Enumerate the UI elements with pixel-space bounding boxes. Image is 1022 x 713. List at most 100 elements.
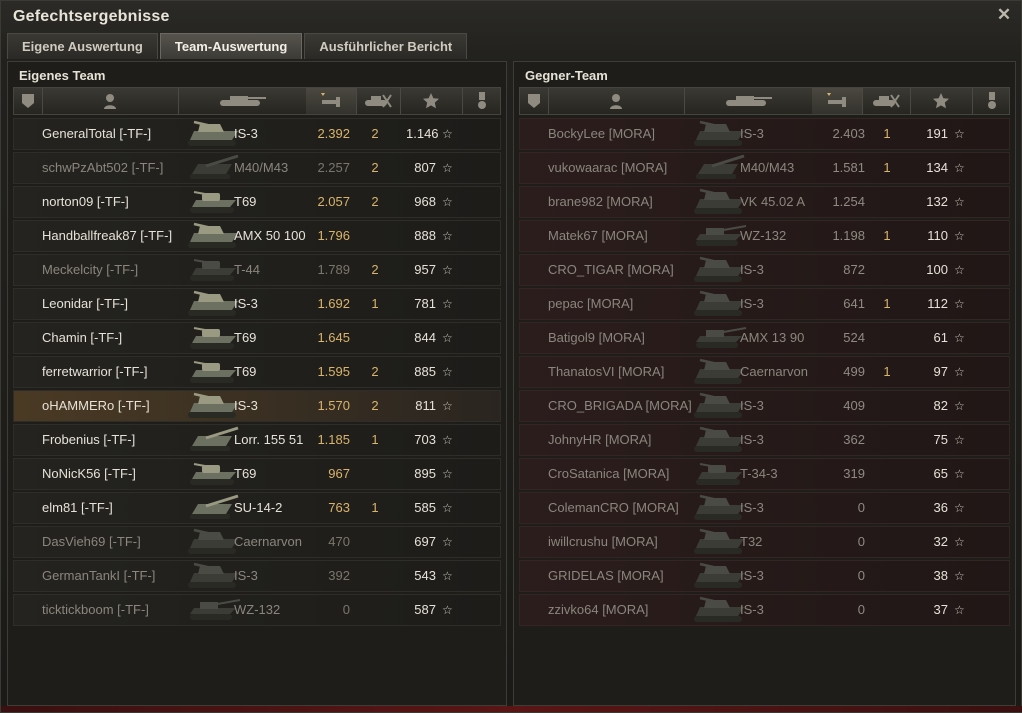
table-row[interactable]: iwillcrushu [MORA] T32 0 32 ☆ xyxy=(519,526,1010,558)
player-name: Frobenius [-TF-] xyxy=(42,432,136,447)
damage-value: 0 xyxy=(857,568,865,583)
table-row[interactable]: ticktickboom [-TF-] WZ-132 0 587 ☆ xyxy=(13,594,501,626)
table-row[interactable]: Meckelcity [-TF-] T-44 1.789 2 957 ☆ xyxy=(13,254,501,286)
table-row[interactable]: DasVieh69 [-TF-] Caernarvon 470 697 ☆ xyxy=(13,526,501,558)
kills-value xyxy=(370,595,380,625)
xp-value: 38 xyxy=(933,568,948,583)
xp-star-icon[interactable] xyxy=(910,88,973,114)
enemy-team-panel: Gegner-Team BockyLee [MORA] IS-3 2.403 1… xyxy=(513,61,1016,706)
player-name: ThanatosVI [MORA] xyxy=(548,364,665,379)
table-row[interactable]: Matek67 [MORA] WZ-132 1.198 1 110 ☆ xyxy=(519,220,1010,252)
table-row[interactable]: BockyLee [MORA] IS-3 2.403 1 191 ☆ xyxy=(519,118,1010,150)
player-name: CRO_TIGAR [MORA] xyxy=(548,262,674,277)
xp-value: 957 xyxy=(414,262,436,277)
table-row[interactable]: schwPzAbt502 [-TF-] M40/M43 2.257 2 807 ☆ xyxy=(13,152,501,184)
kills-icon[interactable] xyxy=(356,88,401,114)
kills-icon[interactable] xyxy=(862,88,911,114)
xp-value: 807 xyxy=(414,160,436,175)
table-row[interactable]: ferretwarrior [-TF-] T69 1.595 2 885 ☆ xyxy=(13,356,501,388)
star-icon: ☆ xyxy=(954,433,965,447)
tank-icon[interactable] xyxy=(178,88,307,114)
table-row[interactable]: norton09 [-TF-] T69 2.057 2 968 ☆ xyxy=(13,186,501,218)
tank-name: IS-3 xyxy=(234,568,258,583)
tank-name: IS-3 xyxy=(740,398,764,413)
table-row[interactable]: pepac [MORA] IS-3 641 1 112 ☆ xyxy=(519,288,1010,320)
tank-icon[interactable] xyxy=(684,88,813,114)
star-icon: ☆ xyxy=(442,263,453,277)
table-row[interactable]: ColemanCRO [MORA] IS-3 0 36 ☆ xyxy=(519,492,1010,524)
tank-name: Caernarvon xyxy=(234,534,302,549)
table-row[interactable]: oHAMMERo [-TF-] IS-3 1.570 2 811 ☆ xyxy=(13,390,501,422)
damage-value: 641 xyxy=(843,296,865,311)
xp-value: 703 xyxy=(414,432,436,447)
tank-name: AMX 50 100 xyxy=(234,228,306,243)
tank-name: VK 45.02 A xyxy=(740,194,806,209)
player-name: CRO_BRIGADA [MORA] xyxy=(548,398,692,413)
tank-name: T69 xyxy=(234,466,257,481)
table-row[interactable]: NoNicK56 [-TF-] T69 967 895 ☆ xyxy=(13,458,501,490)
star-icon: ☆ xyxy=(442,331,453,345)
squad-icon[interactable] xyxy=(14,88,43,114)
damage-value: 362 xyxy=(843,432,865,447)
damage-value: 2.392 xyxy=(317,126,350,141)
player-icon[interactable] xyxy=(42,88,179,114)
table-row[interactable]: zzivko64 [MORA] IS-3 0 37 ☆ xyxy=(519,594,1010,626)
table-row[interactable]: Handballfreak87 [-TF-] AMX 50 100 1.796 888… xyxy=(13,220,501,252)
tank-name: SU-14-2 xyxy=(234,500,283,515)
table-row[interactable]: CroSatanica [MORA] T-34-3 319 65 ☆ xyxy=(519,458,1010,490)
table-row[interactable]: CRO_TIGAR [MORA] IS-3 872 100 ☆ xyxy=(519,254,1010,286)
tank-name: IS-3 xyxy=(234,296,258,311)
medal-icon[interactable] xyxy=(462,88,502,114)
close-icon[interactable]: ✕ xyxy=(995,6,1013,24)
damage-value: 763 xyxy=(328,500,350,515)
table-row[interactable]: JohnyHR [MORA] IS-3 362 75 ☆ xyxy=(519,424,1010,456)
damage-value: 872 xyxy=(843,262,865,277)
table-row[interactable]: elm81 [-TF-] SU-14-2 763 1 585 ☆ xyxy=(13,492,501,524)
damage-value: 1.645 xyxy=(317,330,350,345)
tab-detailed-report[interactable]: Ausführlicher Bericht xyxy=(304,33,468,59)
table-row[interactable]: CRO_BRIGADA [MORA] IS-3 409 82 ☆ xyxy=(519,390,1010,422)
medal-icon[interactable] xyxy=(972,88,1012,114)
damage-icon[interactable] xyxy=(812,88,863,114)
table-row[interactable]: Leonidar [-TF-] IS-3 1.692 1 781 ☆ xyxy=(13,288,501,320)
player-icon[interactable] xyxy=(548,88,685,114)
player-name: Chamin [-TF-] xyxy=(42,330,123,345)
xp-value: 61 xyxy=(933,330,948,345)
player-name: GRIDELAS [MORA] xyxy=(548,568,664,583)
table-row[interactable]: vukowaarac [MORA] M40/M43 1.581 1 134 ☆ xyxy=(519,152,1010,184)
kills-value: 2 xyxy=(371,364,379,379)
table-row[interactable]: Frobenius [-TF-] Lorr. 155 51 1.185 1 703 ☆ xyxy=(13,424,501,456)
table-row[interactable]: Chamin [-TF-] T69 1.645 844 ☆ xyxy=(13,322,501,354)
damage-value: 1.692 xyxy=(317,296,350,311)
star-icon: ☆ xyxy=(954,229,965,243)
tab-own-evaluation[interactable]: Eigene Auswertung xyxy=(7,33,158,59)
xp-star-icon[interactable] xyxy=(400,88,463,114)
xp-value: 191 xyxy=(926,126,948,141)
tank-name: WZ-132 xyxy=(740,228,787,243)
table-row[interactable]: Batigol9 [MORA] AMX 13 90 524 61 ☆ xyxy=(519,322,1010,354)
table-row[interactable]: GermanTankI [-TF-] IS-3 392 543 ☆ xyxy=(13,560,501,592)
player-name: BockyLee [MORA] xyxy=(548,126,655,141)
damage-value: 524 xyxy=(843,330,865,345)
kills-value: 1 xyxy=(883,228,891,243)
table-row[interactable]: ThanatosVI [MORA] Caernarvon 499 1 97 ☆ xyxy=(519,356,1010,388)
damage-value: 1.789 xyxy=(317,262,350,277)
table-row[interactable]: GeneralTotal [-TF-] IS-3 2.392 2 1.146 ☆ xyxy=(13,118,501,150)
player-name: ColemanCRO [MORA] xyxy=(548,500,679,515)
star-icon: ☆ xyxy=(954,365,965,379)
damage-value: 2.057 xyxy=(317,194,350,209)
squad-icon[interactable] xyxy=(520,88,549,114)
tank-name: M40/M43 xyxy=(740,160,795,175)
table-row[interactable]: brane982 [MORA] VK 45.02 A 1.254 132 ☆ xyxy=(519,186,1010,218)
star-icon: ☆ xyxy=(442,535,453,549)
star-icon: ☆ xyxy=(442,433,453,447)
player-name: schwPzAbt502 [-TF-] xyxy=(42,160,164,175)
damage-icon[interactable] xyxy=(306,88,357,114)
tab-team-evaluation[interactable]: Team-Auswertung xyxy=(159,33,303,59)
star-icon: ☆ xyxy=(442,161,453,175)
xp-value: 37 xyxy=(933,602,948,617)
own-team-panel: Eigenes Team GeneralTotal [-TF-] IS-3 2.… xyxy=(7,61,507,706)
table-row[interactable]: GRIDELAS [MORA] IS-3 0 38 ☆ xyxy=(519,560,1010,592)
damage-value: 2.403 xyxy=(832,126,865,141)
xp-value: 1.146 xyxy=(406,126,439,141)
